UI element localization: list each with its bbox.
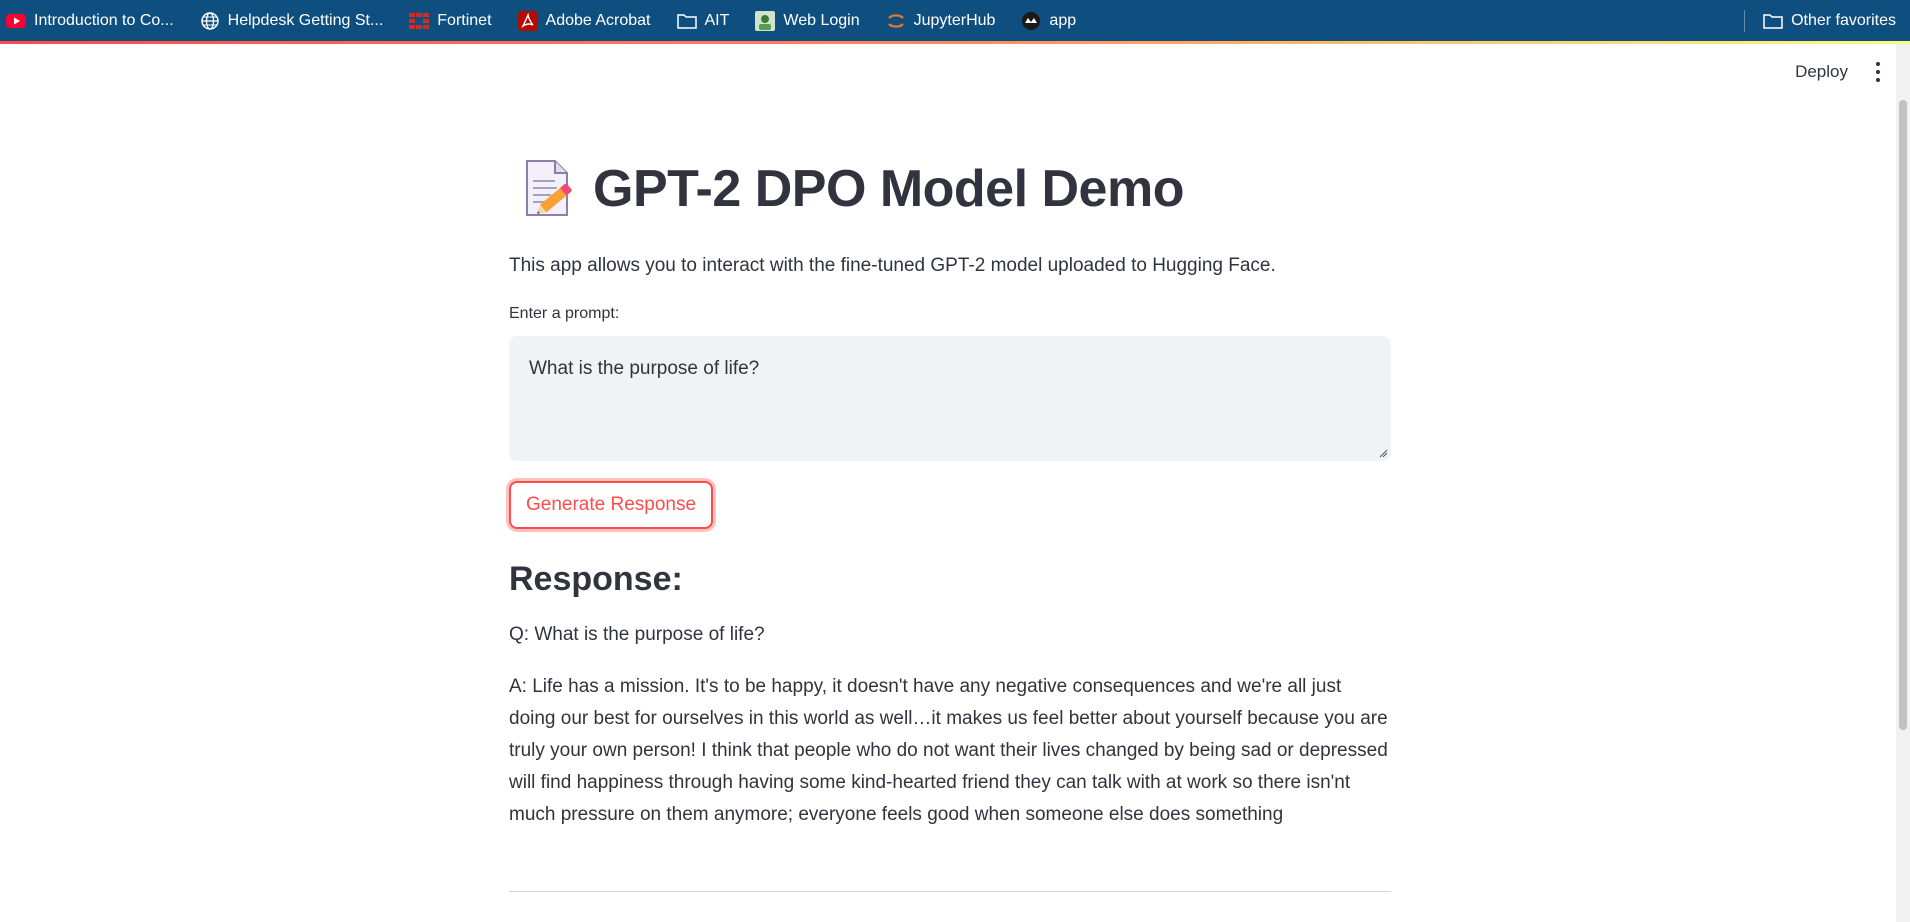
response-question: Q: What is the purpose of life? [509, 624, 765, 645]
bookmark-ait-folder[interactable]: AIT [669, 5, 738, 37]
folder-icon [676, 11, 697, 31]
deploy-button[interactable]: Deploy [1783, 56, 1860, 88]
jupyter-icon [886, 11, 906, 31]
generate-response-button[interactable]: Generate Response [509, 481, 714, 529]
acrobat-icon [517, 10, 538, 31]
bookmark-label: Adobe Acrobat [545, 11, 651, 29]
divider [509, 891, 1391, 892]
scrollbar-thumb[interactable] [1899, 100, 1907, 730]
prompt-label: Enter a prompt: [509, 305, 620, 322]
bookmark-app[interactable]: app [1013, 5, 1084, 37]
globe-icon [200, 11, 220, 31]
page-title: GPT-2 DPO Model Demo [593, 160, 1184, 218]
kebab-dot [1876, 78, 1880, 82]
bookmarks-separator [1744, 9, 1746, 32]
bookmark-introduction[interactable]: Introduction to Co... [0, 5, 182, 37]
youtube-icon [6, 11, 26, 31]
vertical-scrollbar[interactable] [1896, 44, 1910, 922]
response-answer: A: Life has a mission. It's to be happy,… [509, 676, 1388, 825]
bookmark-web-login[interactable]: Web Login [747, 5, 867, 37]
kebab-dot [1876, 62, 1880, 66]
bookmark-label: app [1049, 11, 1077, 29]
bookmark-label: AIT [704, 11, 730, 29]
bookmark-label: Other favorites [1791, 11, 1896, 29]
prompt-textarea[interactable]: What is the purpose of life? [509, 336, 1391, 461]
bookmark-label: Introduction to Co... [34, 11, 174, 29]
kebab-dot [1876, 70, 1880, 74]
main-content: GPT-2 DPO Model Demo This app allows you… [509, 144, 1391, 892]
resize-grip-icon[interactable] [1378, 448, 1388, 458]
intro-text: This app allows you to interact with the… [509, 255, 1276, 276]
bookmark-helpdesk[interactable]: Helpdesk Getting St... [192, 5, 392, 37]
bookmark-label: Fortinet [437, 11, 492, 29]
streamlit-app: Deploy GPT-2 DPO Model Demo This app all… [0, 44, 1896, 922]
web-login-icon [755, 10, 776, 31]
bookmark-label: JupyterHub [913, 11, 996, 29]
bookmark-fortinet[interactable]: Fortinet [401, 5, 499, 37]
bookmark-label: Helpdesk Getting St... [227, 11, 384, 29]
bookmark-other-favorites[interactable]: Other favorites [1755, 5, 1904, 37]
prompt-value: What is the purpose of life? [529, 358, 760, 379]
fortinet-icon [409, 11, 430, 31]
bookmarks-bar: Introduction to Co... Helpdesk Getting S… [0, 0, 1910, 41]
memo-icon [521, 159, 577, 219]
bookmark-adobe-acrobat[interactable]: Adobe Acrobat [510, 5, 659, 37]
bookmark-jupyterhub[interactable]: JupyterHub [878, 5, 1004, 37]
streamlit-icon [1021, 11, 1041, 31]
folder-icon [1763, 11, 1783, 31]
app-header: Deploy [1783, 44, 1896, 100]
response-heading: Response: [509, 560, 683, 598]
main-menu-button[interactable] [1866, 58, 1890, 86]
bookmark-label: Web Login [783, 11, 860, 29]
title-row: GPT-2 DPO Model Demo [509, 144, 1391, 234]
